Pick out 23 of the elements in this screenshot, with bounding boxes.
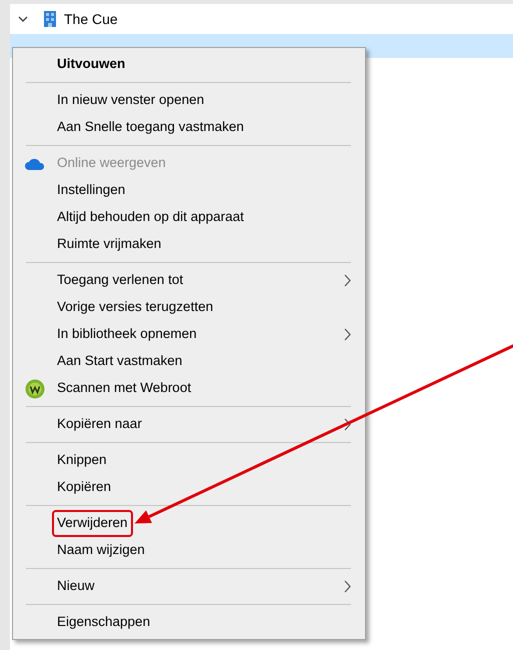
menu-item[interactable]: In bibliotheek opnemen — [52, 321, 202, 348]
menu-item[interactable]: Vorige versies terugzetten — [52, 294, 218, 321]
menu-item[interactable]: Aan Snelle toegang vastmaken — [52, 114, 249, 141]
folder-label[interactable]: The Cue — [64, 8, 118, 30]
cloud-icon — [25, 157, 45, 171]
menu-item[interactable]: Instellingen — [52, 177, 130, 204]
menu-item[interactable]: Scannen met Webroot — [52, 375, 196, 402]
menu-item[interactable]: Kopiëren — [52, 474, 116, 501]
building-icon — [44, 11, 56, 27]
menu-item[interactable]: In nieuw venster openen — [52, 87, 210, 114]
menu-item[interactable]: Knippen — [52, 447, 112, 474]
menu-item[interactable]: Nieuw — [52, 573, 100, 600]
chevron-icon[interactable] — [18, 16, 28, 22]
menu-item[interactable]: Aan Start vastmaken — [52, 348, 188, 375]
menu-item[interactable]: Ruimte vrijmaken — [52, 231, 166, 258]
menu-item[interactable]: Naam wijzigen — [52, 537, 150, 564]
menu-item[interactable]: Altijd behouden op dit apparaat — [52, 204, 249, 231]
menu-item[interactable]: Kopiëren naar — [52, 411, 147, 438]
menu-item[interactable]: Eigenschappen — [52, 609, 156, 636]
webroot-icon — [25, 379, 45, 399]
menu-item[interactable]: Verwijderen — [52, 510, 133, 537]
menu-item[interactable]: Uitvouwen — [52, 51, 130, 78]
menu-item[interactable]: Toegang verlenen tot — [52, 267, 188, 294]
